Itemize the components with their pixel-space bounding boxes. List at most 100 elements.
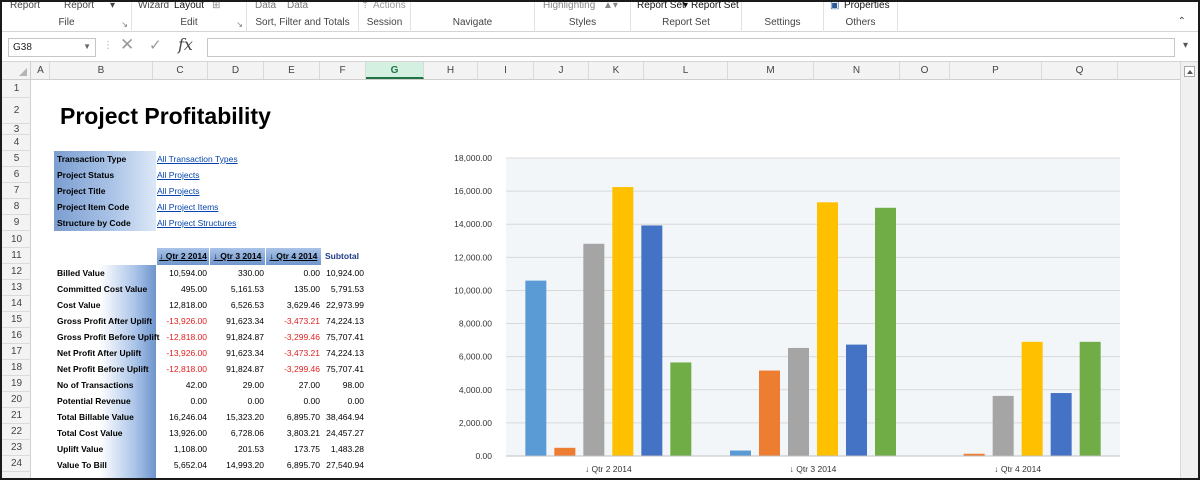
column-header-i[interactable]: I xyxy=(478,62,534,79)
row-header[interactable]: 14 xyxy=(2,296,31,312)
column-header-k[interactable]: K xyxy=(589,62,644,79)
table-cell[interactable]: 29.00 xyxy=(204,377,264,393)
column-header-c[interactable]: C xyxy=(153,62,208,79)
layout-options-icon[interactable]: ⊞ xyxy=(212,2,220,11)
row-header[interactable]: 16 xyxy=(2,328,31,344)
bar-series-4-1[interactable] xyxy=(612,187,634,456)
bar-series-5-1[interactable] xyxy=(641,225,663,456)
table-cell[interactable]: 330.00 xyxy=(204,265,264,281)
filter-value-link[interactable]: All Projects xyxy=(157,183,200,199)
table-cell[interactable]: -12,818.00 xyxy=(147,329,207,345)
column-header-o[interactable]: O xyxy=(900,62,950,79)
row-header[interactable]: 15 xyxy=(2,312,31,328)
chevron-down-icon[interactable]: ▾ xyxy=(110,2,115,11)
bar-series-4-3[interactable] xyxy=(1021,341,1043,456)
enter-icon[interactable]: ✓ xyxy=(149,36,162,54)
dialog-launcher-icon[interactable]: ↘ xyxy=(121,20,128,29)
bar-series-5-2[interactable] xyxy=(846,344,867,456)
column-header-a[interactable]: A xyxy=(32,62,50,79)
table-cell[interactable]: 0.00 xyxy=(304,473,364,478)
table-cell[interactable]: 10,924.00 xyxy=(304,265,364,281)
row-header[interactable]: 21 xyxy=(2,408,31,424)
table-cell[interactable]: 27,540.94 xyxy=(304,457,364,473)
actions-button[interactable]: Actions xyxy=(373,2,406,11)
table-cell[interactable]: -12,818.00 xyxy=(147,361,207,377)
report-set-dropdown-button[interactable]: Report Set xyxy=(637,2,685,11)
row-header[interactable]: 12 xyxy=(2,264,31,280)
bar-series-3-3[interactable] xyxy=(992,395,1014,456)
row-header[interactable]: 20 xyxy=(2,392,31,408)
bar-series-6-3[interactable] xyxy=(1079,341,1101,456)
table-cell[interactable]: 74,224.13 xyxy=(304,313,364,329)
bar-series-1-1[interactable] xyxy=(525,280,547,456)
bar-series-5-3[interactable] xyxy=(1050,393,1072,456)
row-header[interactable]: 1 xyxy=(2,80,31,98)
table-cell[interactable]: 91,824.87 xyxy=(204,361,264,377)
bar-series-1-2[interactable] xyxy=(730,450,751,456)
wizard-button[interactable]: Wizard xyxy=(138,2,169,11)
table-cell[interactable]: 5,652.04 xyxy=(147,457,207,473)
row-header[interactable]: 9 xyxy=(2,215,31,231)
table-cell[interactable]: -13,926.00 xyxy=(147,313,207,329)
chevron-down-icon[interactable]: ▼ xyxy=(83,42,91,51)
row-header[interactable]: 5 xyxy=(2,151,31,167)
column-header-h[interactable]: H xyxy=(424,62,478,79)
table-cell[interactable]: 98.00 xyxy=(304,377,364,393)
filter-value-link[interactable]: All Transaction Types xyxy=(157,151,238,167)
column-header-g[interactable]: G xyxy=(366,62,424,79)
filter-value-link[interactable]: All Project Items xyxy=(157,199,218,215)
column-header-b[interactable]: B xyxy=(50,62,153,79)
table-cell[interactable]: 10,594.00 xyxy=(147,265,207,281)
name-box[interactable]: G38 ▼ xyxy=(8,38,96,57)
row-header[interactable]: 22 xyxy=(2,424,31,440)
table-cell[interactable]: 1,483.28 xyxy=(304,441,364,457)
row-header[interactable]: 3 xyxy=(2,124,31,135)
column-header-p[interactable]: P xyxy=(950,62,1042,79)
data-button[interactable]: Data xyxy=(255,2,276,11)
table-cell[interactable]: 91,623.34 xyxy=(204,313,264,329)
worksheet[interactable]: Project Profitability Transaction Type Al… xyxy=(32,80,1178,478)
expand-formula-bar-icon[interactable]: ▾ xyxy=(1183,40,1188,51)
report-button[interactable]: Report xyxy=(10,2,40,11)
select-all-button[interactable] xyxy=(2,62,31,79)
row-header[interactable]: 4 xyxy=(2,135,31,151)
bar-series-6-1[interactable] xyxy=(670,362,692,456)
column-header-n[interactable]: N xyxy=(814,62,900,79)
bar-series-2-1[interactable] xyxy=(554,447,576,456)
column-header-l[interactable]: L xyxy=(644,62,728,79)
table-cell[interactable]: 6,728.06 xyxy=(204,425,264,441)
layout-button[interactable]: Layout xyxy=(174,2,204,11)
table-cell[interactable]: 0.00 xyxy=(304,393,364,409)
cancel-icon[interactable]: ✕ xyxy=(120,35,134,55)
column-header-f[interactable]: F xyxy=(320,62,366,79)
table-cell[interactable]: 0.00 xyxy=(204,393,264,409)
highlighting-button[interactable]: Highlighting xyxy=(543,2,595,11)
row-header[interactable]: 8 xyxy=(2,199,31,215)
bar-series-6-2[interactable] xyxy=(875,207,896,456)
table-cell[interactable]: 38,464.94 xyxy=(304,409,364,425)
formula-input[interactable] xyxy=(207,38,1175,57)
chevron-down-icon[interactable]: ▾ xyxy=(683,2,688,11)
table-cell[interactable]: 75,707.41 xyxy=(304,329,364,345)
properties-icon[interactable]: ▣ xyxy=(830,2,839,11)
row-header[interactable]: 23 xyxy=(2,440,31,456)
properties-button[interactable]: Properties xyxy=(844,2,890,11)
table-cell[interactable]: 5,791.53 xyxy=(304,281,364,297)
row-header[interactable]: 2 xyxy=(2,98,31,124)
row-header[interactable]: 17 xyxy=(2,344,31,360)
insert-function-icon[interactable]: fx xyxy=(178,35,193,54)
column-header-d[interactable]: D xyxy=(208,62,264,79)
table-cell[interactable]: 201.53 xyxy=(204,441,264,457)
table-cell[interactable]: 495.00 xyxy=(147,281,207,297)
column-header-m[interactable]: M xyxy=(728,62,814,79)
row-header[interactable]: 10 xyxy=(2,231,31,248)
row-header[interactable]: 11 xyxy=(2,248,31,264)
bar-series-4-2[interactable] xyxy=(817,202,838,456)
column-header-e[interactable]: E xyxy=(264,62,320,79)
table-cell[interactable]: 74,224.13 xyxy=(304,345,364,361)
table-cell[interactable]: 91,824.87 xyxy=(204,329,264,345)
table-cell[interactable]: 24,457.27 xyxy=(304,425,364,441)
column-header-j[interactable]: J xyxy=(534,62,589,79)
bar-series-3-2[interactable] xyxy=(788,347,809,456)
table-cell[interactable]: 0.00 xyxy=(204,473,264,478)
